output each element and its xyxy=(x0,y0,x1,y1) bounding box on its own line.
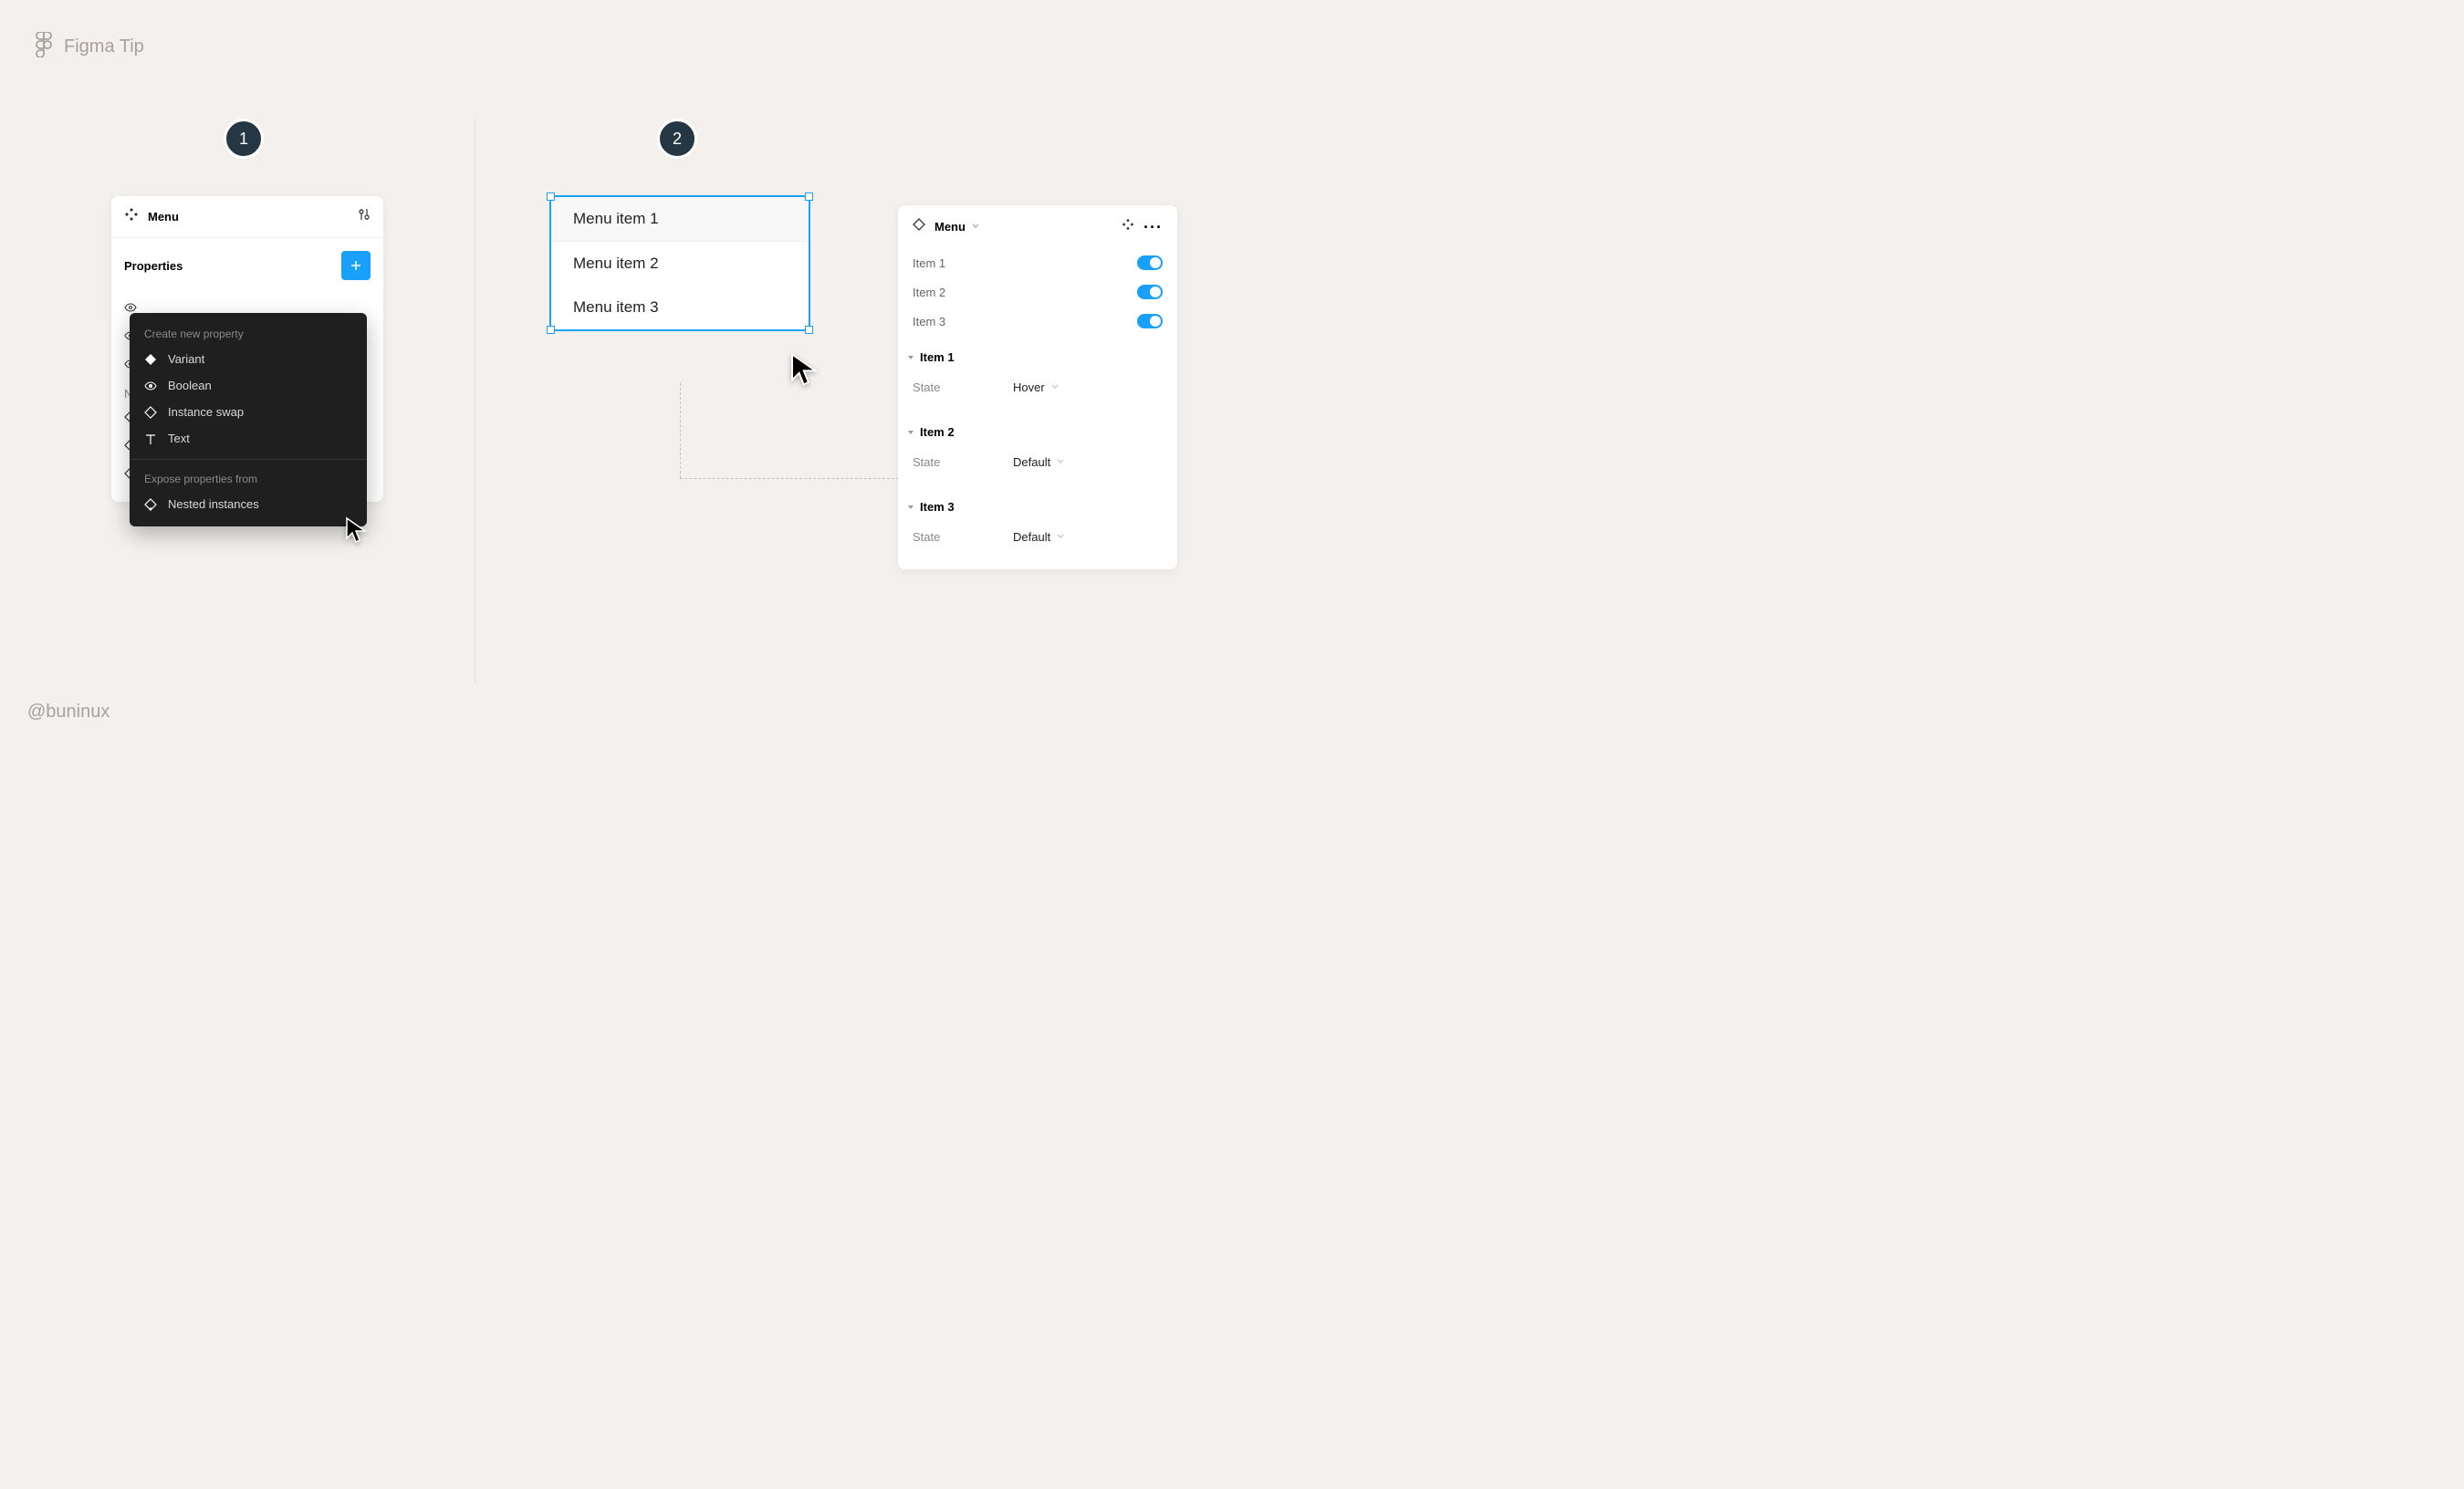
expand-icon xyxy=(907,350,914,364)
menu-item-label: Nested instances xyxy=(168,497,259,511)
header-title: Figma Tip xyxy=(64,36,144,57)
selection-handle[interactable] xyxy=(547,193,555,201)
selection-handle[interactable] xyxy=(805,326,813,334)
component-set-icon[interactable] xyxy=(1122,218,1134,235)
group-name: Item 1 xyxy=(920,350,955,364)
instance-name[interactable]: Menu xyxy=(934,220,966,234)
selection-handle[interactable] xyxy=(805,193,813,201)
nested-item-group: Item 2 State Default xyxy=(898,411,1177,485)
chevron-down-icon xyxy=(1056,455,1065,469)
properties-panel: Menu Properties x Ne Item 3 xyxy=(111,196,383,502)
toggle-row: Item 1 xyxy=(898,248,1177,277)
group-header[interactable]: Item 3 xyxy=(898,493,1177,521)
step-badge-1: 1 xyxy=(224,119,264,159)
state-dropdown[interactable]: Default xyxy=(1013,530,1065,544)
state-value: Default xyxy=(1013,530,1050,544)
group-header[interactable]: Item 2 xyxy=(898,418,1177,446)
toggle-row: Item 2 xyxy=(898,277,1177,307)
footer-handle: @buninux xyxy=(27,702,110,723)
menu-item-row[interactable]: Menu item 3 xyxy=(551,286,809,329)
chevron-down-icon xyxy=(1050,380,1060,394)
group-header[interactable]: Item 1 xyxy=(898,343,1177,371)
menu-item-variant[interactable]: Variant xyxy=(130,346,367,372)
add-property-button[interactable] xyxy=(341,251,371,280)
cursor-icon xyxy=(789,352,820,391)
menu-item-boolean[interactable]: Boolean xyxy=(130,372,367,399)
state-row: State Default xyxy=(898,446,1177,478)
state-dropdown[interactable]: Default xyxy=(1013,455,1065,469)
state-value: Hover xyxy=(1013,380,1045,394)
figma-logo-icon xyxy=(35,32,53,62)
toggle-label: Item 3 xyxy=(913,315,945,328)
instance-header: Menu ··· xyxy=(898,205,1177,248)
toggle-label: Item 1 xyxy=(913,256,945,270)
toggle-switch[interactable] xyxy=(1137,285,1163,299)
step-badge-2: 2 xyxy=(657,119,697,159)
instance-inspector-panel: Menu ··· Item 1 Item 2 Item 3 Item 1 Sta… xyxy=(898,205,1177,569)
state-dropdown[interactable]: Hover xyxy=(1013,380,1060,394)
chevron-down-icon xyxy=(1056,530,1065,544)
state-row: State Hover xyxy=(898,371,1177,403)
dropdown-section-title: Expose properties from xyxy=(130,467,367,491)
menu-item-text[interactable]: Text xyxy=(130,425,367,452)
component-icon xyxy=(124,207,139,226)
nested-item-group: Item 3 State Default xyxy=(898,485,1177,560)
state-value: Default xyxy=(1013,455,1050,469)
state-label: State xyxy=(913,530,1013,544)
menu-item-instance-swap[interactable]: Instance swap xyxy=(130,399,367,425)
chevron-down-icon[interactable] xyxy=(971,220,980,234)
nested-item-group: Item 1 State Hover xyxy=(898,336,1177,411)
state-row: State Default xyxy=(898,521,1177,553)
selected-menu-component[interactable]: Menu item 1 Menu item 2 Menu item 3 xyxy=(549,195,810,331)
properties-label: Properties xyxy=(124,259,183,273)
dropdown-section-title: Create new property xyxy=(130,322,367,346)
menu-item-label: Instance swap xyxy=(168,405,244,419)
toggle-switch[interactable] xyxy=(1137,314,1163,328)
create-property-menu: Create new property Variant Boolean Inst… xyxy=(130,313,367,526)
panel-title: Menu xyxy=(148,210,349,224)
menu-divider xyxy=(130,459,367,460)
expand-icon xyxy=(907,500,914,514)
group-name: Item 2 xyxy=(920,425,955,439)
connector-line xyxy=(680,478,899,479)
menu-item-label: Boolean xyxy=(168,379,212,392)
group-name: Item 3 xyxy=(920,500,955,514)
toggle-label: Item 2 xyxy=(913,286,945,299)
menu-item-row[interactable]: Menu item 2 xyxy=(551,242,809,286)
more-icon[interactable]: ··· xyxy=(1143,223,1163,232)
cursor-icon xyxy=(345,516,369,548)
panel-header: Menu xyxy=(111,196,383,238)
header: Figma Tip xyxy=(35,32,144,62)
menu-item-label: Variant xyxy=(168,352,204,366)
state-label: State xyxy=(913,380,1013,394)
instance-icon xyxy=(913,218,925,235)
expand-icon xyxy=(907,425,914,439)
menu-item-nested-instances[interactable]: Nested instances xyxy=(130,491,367,517)
connector-line xyxy=(680,383,681,478)
toggle-switch[interactable] xyxy=(1137,255,1163,270)
toggle-row: Item 3 xyxy=(898,307,1177,336)
menu-item-label: Text xyxy=(168,432,190,445)
menu-item-row[interactable]: Menu item 1 xyxy=(551,197,809,242)
properties-section-header: Properties xyxy=(111,238,383,286)
state-label: State xyxy=(913,455,1013,469)
adjustments-icon[interactable] xyxy=(358,208,371,225)
selection-handle[interactable] xyxy=(547,326,555,334)
